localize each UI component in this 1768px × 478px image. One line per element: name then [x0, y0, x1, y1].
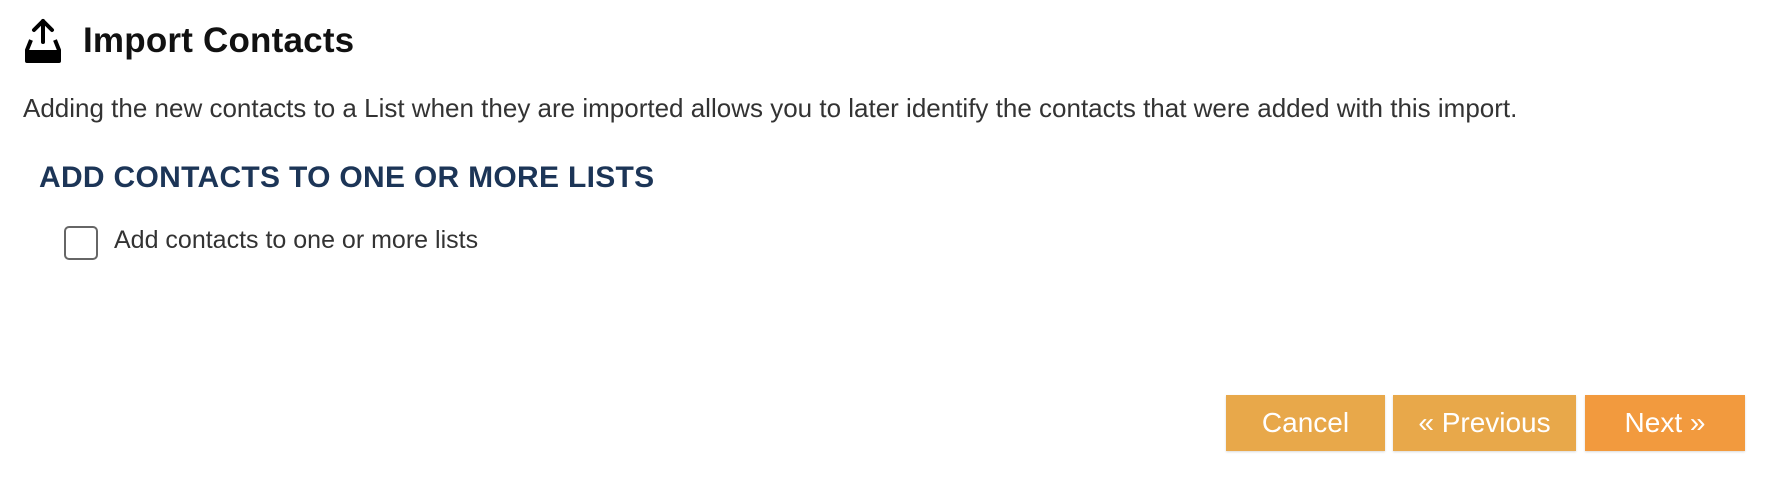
previous-button[interactable]: « Previous: [1393, 395, 1576, 451]
add-to-lists-label[interactable]: Add contacts to one or more lists: [114, 226, 478, 254]
page-title: Import Contacts: [83, 21, 355, 60]
page-description: Adding the new contacts to a List when t…: [23, 93, 1518, 123]
upload-tray-icon: [24, 18, 62, 64]
section-heading: ADD CONTACTS TO ONE OR MORE LISTS: [39, 161, 655, 194]
add-to-lists-option[interactable]: Add contacts to one or more lists: [64, 226, 478, 260]
page-header: Import Contacts: [24, 18, 354, 64]
next-button[interactable]: Next »: [1585, 395, 1745, 451]
add-to-lists-checkbox[interactable]: [64, 226, 98, 260]
cancel-button[interactable]: Cancel: [1226, 395, 1385, 451]
